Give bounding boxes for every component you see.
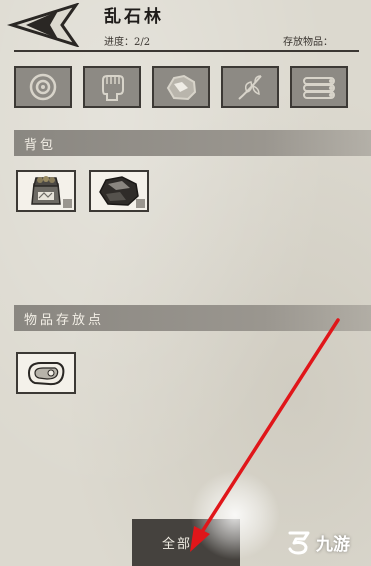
target-icon	[29, 73, 57, 101]
back-arrow-icon	[6, 3, 80, 47]
fist-icon	[102, 75, 124, 101]
slot-corner-badge	[63, 199, 72, 208]
ore-icon	[166, 74, 197, 101]
tab-fist[interactable]	[83, 66, 141, 108]
storage-items-label[interactable]: 存放物品：	[283, 33, 333, 48]
tab-wood[interactable]	[290, 66, 348, 108]
watermark-text: 九游	[316, 534, 350, 555]
collect-all-button[interactable]: 全部	[132, 519, 240, 566]
section-storage-point-title: 物品存放点	[24, 312, 105, 328]
section-backpack-title: 背包	[24, 137, 57, 153]
header-divider	[14, 50, 359, 52]
back-button[interactable]	[4, 2, 82, 48]
backpack-slot-1[interactable]	[16, 170, 76, 212]
collect-all-label: 全部	[162, 537, 193, 552]
tab-ore[interactable]	[152, 66, 210, 108]
category-tabs	[14, 66, 348, 108]
watermark-logo: 九游	[286, 529, 350, 555]
progress-text: 进度：2/2	[104, 37, 151, 48]
tab-target[interactable]	[14, 66, 72, 108]
location-title: 乱石林	[104, 7, 164, 27]
raw-meat-icon	[27, 362, 65, 386]
supply-bag-icon	[31, 176, 61, 205]
wood-logs-icon	[303, 77, 335, 99]
storage-slot-1[interactable]	[16, 352, 76, 394]
backpack-slot-2[interactable]	[89, 170, 149, 212]
slot-corner-badge	[136, 199, 145, 208]
tab-herb[interactable]	[221, 66, 279, 108]
section-storage-point: 物品存放点	[14, 305, 371, 331]
section-backpack: 背包	[14, 130, 371, 156]
watermark-emblem-icon	[288, 531, 310, 555]
herb-icon	[238, 75, 262, 100]
